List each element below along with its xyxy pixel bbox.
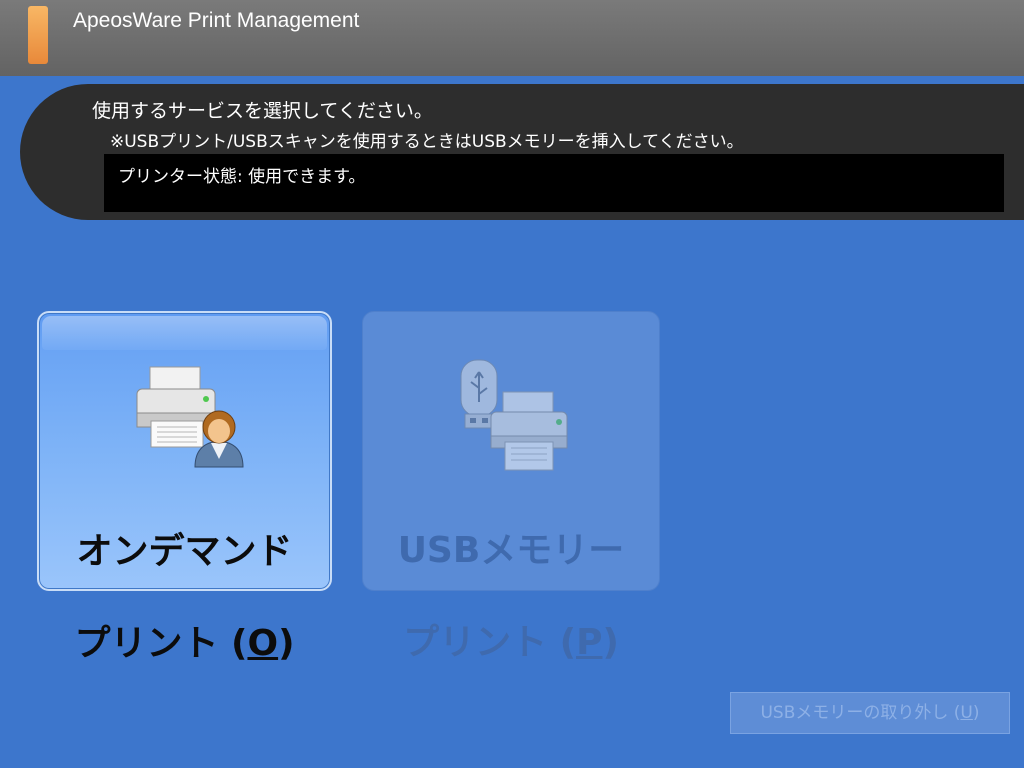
usb-memory-print-line2: プリント (P) bbox=[403, 622, 619, 663]
printer-user-icon bbox=[136, 366, 244, 468]
on-demand-print-label: オンデマンド プリント (O) bbox=[39, 483, 330, 713]
message-panel: 使用するサービスを選択してください。 ※USBプリント/USBスキャンを使用する… bbox=[20, 84, 1024, 220]
on-demand-print-line2: プリント (O) bbox=[74, 623, 295, 664]
app-title: ApeosWare Print Management bbox=[73, 9, 360, 32]
printer-status-box: プリンター状態: 使用できます。 bbox=[104, 154, 1004, 212]
usb-memory-print-label: USBメモリー プリント (P) bbox=[363, 482, 659, 712]
title-bar: ApeosWare Print Management bbox=[0, 0, 1024, 76]
printer-status-text: プリンター状態: 使用できます。 bbox=[118, 167, 366, 187]
brand-tab-icon bbox=[28, 6, 48, 64]
usb-memory-print-button[interactable]: USBメモリー プリント (P) bbox=[362, 311, 660, 663]
usb-note-text: ※USBプリント/USBスキャンを使用するときはUSBメモリーを挿入してください… bbox=[110, 132, 744, 152]
on-demand-print-line1: オンデマンド bbox=[76, 531, 293, 572]
instruction-text: 使用するサービスを選択してください。 bbox=[92, 100, 433, 122]
usb-printer-icon bbox=[460, 359, 568, 471]
remove-usb-memory-button[interactable]: USBメモリーの取り外し (U) bbox=[730, 692, 1010, 734]
on-demand-print-button[interactable]: オンデマンド プリント (O) bbox=[37, 311, 332, 664]
usb-memory-print-line1: USBメモリー bbox=[397, 530, 625, 571]
